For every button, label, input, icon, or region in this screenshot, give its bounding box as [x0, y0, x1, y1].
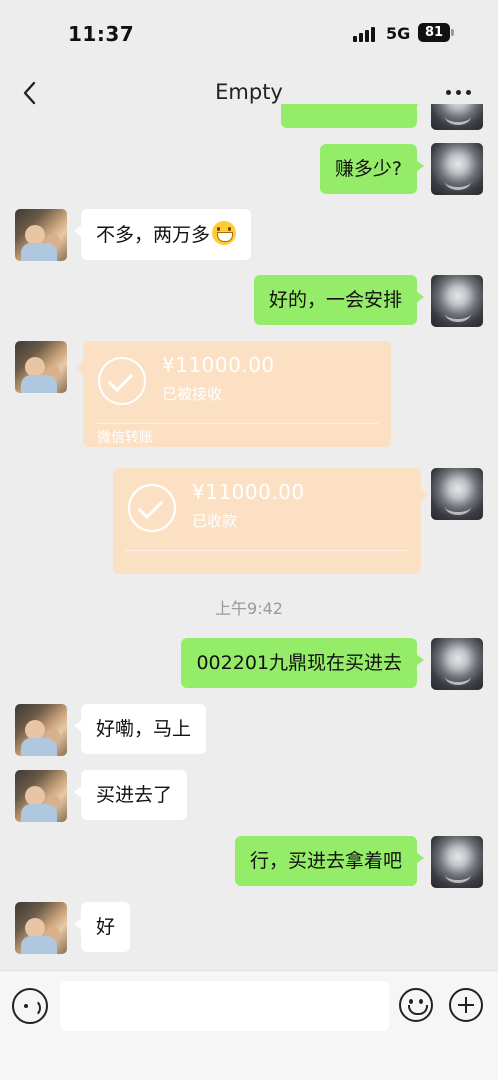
transfer-divider: [125, 550, 409, 551]
message-bubble-partial: [281, 104, 424, 128]
friend-avatar[interactable]: [15, 902, 67, 954]
message-bubble-sent[interactable]: 好的，一会安排: [253, 275, 425, 325]
transfer-status: 已被接收: [162, 385, 223, 403]
message-input[interactable]: [60, 981, 389, 1031]
signal-icon: [353, 26, 377, 42]
message-bubble-received[interactable]: 不多，两万多: [73, 209, 252, 260]
battery-tip: [451, 29, 454, 36]
check-circle-icon: [128, 484, 176, 532]
message-bubble-received[interactable]: 买进去了: [73, 770, 188, 820]
chat-title: Empty: [215, 80, 283, 104]
message-bubble-sent[interactable]: 行，买进去拿着吧: [234, 836, 425, 886]
my-avatar[interactable]: [431, 836, 483, 888]
my-avatar[interactable]: [431, 275, 483, 327]
chat-history[interactable]: 赚多少? 不多，两万多 好的，一会安排 ¥11000.00 已被接收 微信转账 …: [0, 104, 498, 970]
message-bubble-sent[interactable]: 赚多少?: [319, 144, 425, 194]
check-circle-icon: [98, 357, 146, 405]
message-text: 不多，两万多: [96, 224, 211, 246]
transfer-footer: 微信转账: [97, 430, 153, 446]
message-bubble-received[interactable]: 好嘞，马上: [73, 704, 207, 754]
message-bubble-received[interactable]: 好: [73, 902, 131, 952]
transfer-card-sent[interactable]: ¥11000.00 已收款: [113, 468, 428, 574]
transfer-amount: ¥11000.00: [162, 353, 275, 377]
battery-icon: 81: [418, 23, 450, 42]
message-timestamp: 上午9:42: [215, 599, 283, 618]
friend-avatar[interactable]: [15, 341, 67, 393]
transfer-card-received[interactable]: ¥11000.00 已被接收 微信转账: [76, 341, 391, 447]
friend-avatar[interactable]: [15, 770, 67, 822]
smile-icon[interactable]: [399, 988, 433, 1022]
transfer-divider: [95, 423, 379, 424]
my-avatar[interactable]: [431, 143, 483, 195]
message-bubble-sent[interactable]: 002201九鼎现在买进去: [181, 638, 424, 688]
friend-avatar[interactable]: [15, 704, 67, 756]
transfer-status: 已收款: [192, 512, 238, 530]
voice-icon[interactable]: [12, 988, 48, 1024]
network-type: 5G: [386, 24, 411, 43]
status-time: 11:37: [68, 22, 135, 46]
more-dots-icon[interactable]: [446, 90, 474, 98]
friend-avatar[interactable]: [15, 209, 67, 261]
plus-icon[interactable]: [449, 988, 483, 1022]
input-bar: [0, 970, 498, 1080]
my-avatar[interactable]: [431, 468, 483, 520]
grin-emoji-icon: [212, 221, 237, 245]
status-bar: 11:37 5G 81: [0, 0, 498, 66]
transfer-amount: ¥11000.00: [192, 480, 305, 504]
my-avatar[interactable]: [431, 104, 483, 130]
my-avatar[interactable]: [431, 638, 483, 690]
